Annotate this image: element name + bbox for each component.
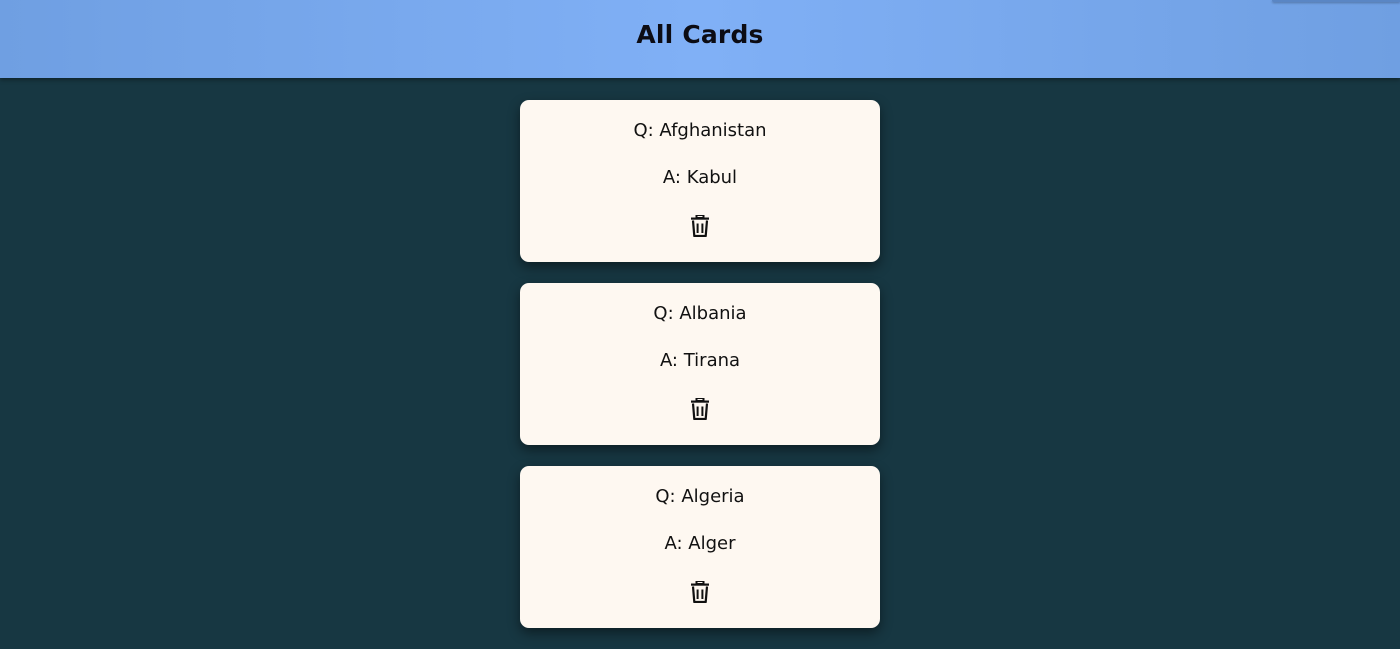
flashcard: Q: Albania A: Tirana: [520, 283, 880, 445]
delete-card-button[interactable]: [688, 214, 712, 238]
trash-icon: [691, 398, 709, 420]
card-question: Q: Algeria: [655, 486, 745, 507]
delete-card-button[interactable]: [688, 580, 712, 604]
corner-tab: [1272, 0, 1400, 2]
card-question: Q: Albania: [653, 303, 747, 324]
trash-icon: [691, 215, 709, 237]
card-answer: A: Tirana: [659, 350, 741, 371]
card-question: Q: Afghanistan: [633, 120, 767, 141]
page-title: All Cards: [636, 19, 764, 49]
flashcard: Q: Afghanistan A: Kabul: [520, 100, 880, 262]
card-answer: A: Kabul: [662, 167, 738, 188]
flashcard: Q: Algeria A: Alger: [520, 466, 880, 628]
card-list: Q: Afghanistan A: Kabul Q: Albania A: Ti…: [520, 100, 880, 649]
page-header: All Cards: [0, 0, 1400, 78]
card-answer: A: Alger: [664, 533, 736, 554]
delete-card-button[interactable]: [688, 397, 712, 421]
